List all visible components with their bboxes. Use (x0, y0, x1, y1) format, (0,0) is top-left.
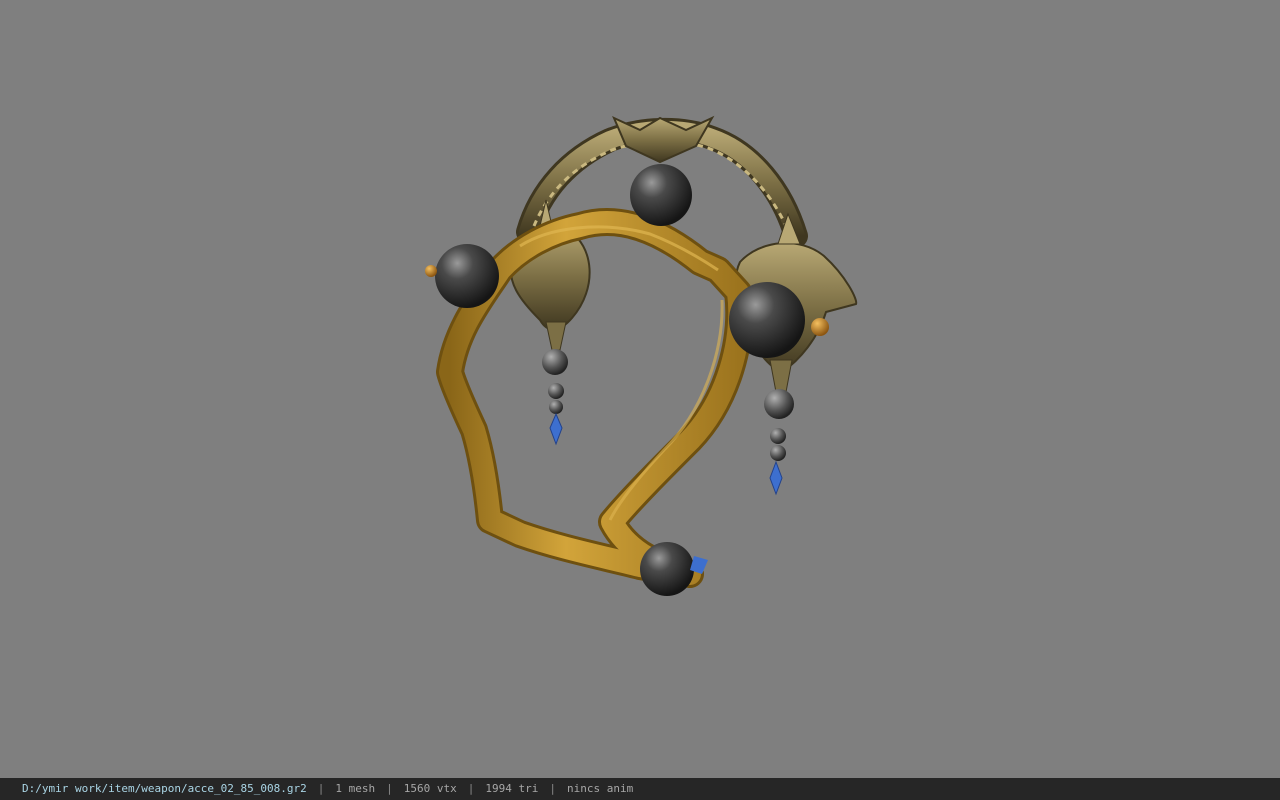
status-bar: D:/ymir work/item/weapon/acce_02_85_008.… (0, 778, 1280, 800)
pendant-right (764, 389, 794, 496)
3d-viewport[interactable] (0, 0, 1280, 778)
vertex-count-label: 1560 vtx (403, 782, 457, 795)
model-render (425, 115, 858, 596)
gold-bead-right (811, 318, 829, 336)
separator: | (386, 782, 393, 795)
orb-top (630, 164, 692, 226)
separator: | (549, 782, 556, 795)
orb-right (729, 282, 805, 358)
orb-bottom (640, 542, 694, 596)
triangle-count-label: 1994 tri (485, 782, 539, 795)
separator: | (467, 782, 475, 795)
file-path-label: D:/ymir work/item/weapon/acce_02_85_008.… (22, 782, 307, 795)
separator: | (317, 782, 325, 795)
orb-left (435, 244, 499, 308)
animation-status-label: nincs anim (567, 782, 634, 795)
pendant-left (542, 349, 568, 446)
gold-bead-left (425, 265, 437, 277)
mesh-count-label: 1 mesh (335, 782, 376, 795)
